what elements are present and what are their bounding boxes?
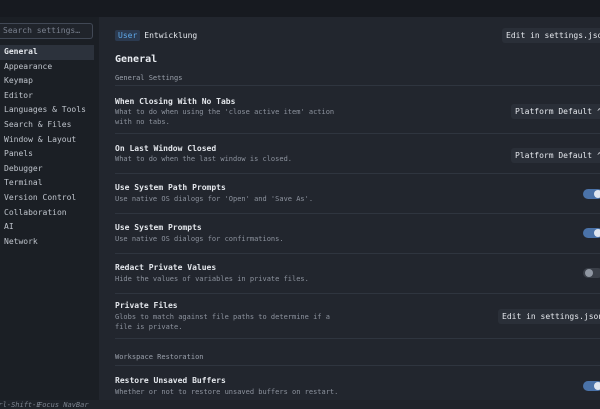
setting-title: On Last Window Closed [115,144,217,153]
setting-title: When Closing With No Tabs [115,97,236,106]
edit-settings-json-button[interactable]: Edit in settings.json [502,28,600,43]
divider [115,338,600,339]
last-window-dropdown[interactable]: Platform Default ⌃ [511,148,600,163]
divider [115,365,600,366]
sidebar-item-version-control[interactable]: Version Control [0,191,94,206]
sidebar-item-debugger[interactable]: Debugger [0,162,94,177]
private-files-edit-button[interactable]: Edit in settings.json [498,309,600,324]
project-name: Entwicklung [144,30,198,40]
sidebar-item-languages-tools[interactable]: Languages & Tools [0,103,94,118]
settings-nav: General Appearance Keymap Editor Languag… [0,45,94,249]
title-bar [0,0,600,18]
toggle-knob [594,190,600,198]
user-scope-badge[interactable]: User [115,29,141,41]
setting-description: What to do when the last window is close… [115,155,293,163]
sidebar-item-appearance[interactable]: Appearance [0,60,94,75]
setting-description: Whether or not to restore unsaved buffer… [115,388,339,396]
sidebar-item-editor[interactable]: Editor [0,89,94,104]
redact-private-toggle[interactable] [583,268,600,278]
toggle-knob [594,229,600,237]
setting-title: Use System Prompts [115,223,202,232]
sidebar-item-general[interactable]: General [0,45,94,60]
section-title-general: General Settings [115,74,183,82]
sidebar-item-window-layout[interactable]: Window & Layout [0,133,94,148]
section-title-workspace: Workspace Restoration [115,353,204,361]
divider [115,253,600,254]
page-title: General [115,54,158,65]
search-input[interactable]: Search settings… [0,23,93,39]
toggle-knob [585,269,593,277]
breadcrumb: User Entwicklung [115,29,197,41]
divider [115,293,600,294]
path-prompts-toggle[interactable] [583,189,600,199]
setting-description: Use native OS dialogs for 'Open' and 'Sa… [115,195,314,203]
hint-label: Focus NavBar [38,401,89,409]
restore-buffers-toggle[interactable] [583,381,600,391]
sidebar-item-keymap[interactable]: Keymap [0,74,94,89]
keybinding-label: Ctrl-Shift-E [0,401,41,409]
divider [115,213,600,214]
setting-description: What to do when using the 'close active … [115,108,335,126]
setting-description: Use native OS dialogs for confirmations. [115,235,284,243]
divider [115,133,600,134]
setting-description: Globs to match against file paths to det… [115,313,330,331]
settings-content: User Entwicklung Edit in settings.json G… [99,17,600,400]
sidebar-item-panels[interactable]: Panels [0,147,94,162]
sidebar-item-collaboration[interactable]: Collaboration [0,206,94,221]
sidebar-item-search-files[interactable]: Search & Files [0,118,94,133]
sidebar-item-network[interactable]: Network [0,235,94,250]
system-prompts-toggle[interactable] [583,228,600,238]
close-no-tabs-dropdown[interactable]: Platform Default ⌃ [511,104,600,119]
sidebar-item-terminal[interactable]: Terminal [0,176,94,191]
divider [115,85,600,86]
setting-title: Restore Unsaved Buffers [115,376,226,385]
divider [115,173,600,174]
setting-title: Use System Path Prompts [115,183,226,192]
settings-sidebar: Search settings… General Appearance Keym… [0,17,100,409]
setting-description: Hide the values of variables in private … [115,275,309,283]
sidebar-item-ai[interactable]: AI [0,220,94,235]
toggle-knob [594,382,600,390]
setting-title: Redact Private Values [115,263,217,272]
setting-title: Private Files [115,301,178,310]
